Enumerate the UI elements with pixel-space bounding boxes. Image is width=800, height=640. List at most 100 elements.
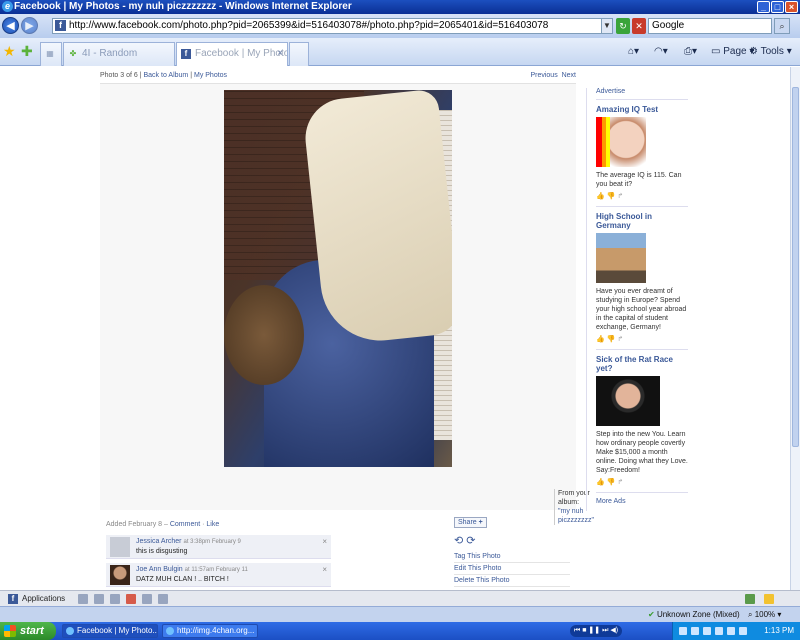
address-dropdown-icon[interactable]: ▼ <box>601 18 613 34</box>
avatar[interactable] <box>110 537 130 557</box>
comment-text: this is disgusting <box>136 548 188 555</box>
advertise-link[interactable]: Advertise <box>596 88 688 95</box>
chat-icon[interactable] <box>745 594 755 604</box>
ad-like-icons[interactable]: 👍 👎 ↱ <box>596 478 688 486</box>
refresh-icon[interactable]: ↻ <box>616 18 630 34</box>
ad-rat-race[interactable]: Sick of the Rat Race yet? Step into the … <box>596 349 688 492</box>
ie-icon <box>66 627 74 635</box>
minimize-icon[interactable]: _ <box>757 1 770 13</box>
add-favorites-icon[interactable]: ✚ <box>21 43 33 60</box>
page-menu[interactable]: ▭ Page ▾ <box>711 46 754 57</box>
search-input[interactable]: Google <box>648 18 772 34</box>
ad-title[interactable]: High School in Germany <box>596 212 688 230</box>
vertical-scrollbar[interactable] <box>790 67 800 590</box>
tab-facebook[interactable]: f Facebook | My Photo... × <box>176 42 288 66</box>
volume-icon[interactable] <box>739 627 747 635</box>
more-ads-link[interactable]: More Ads <box>596 498 626 505</box>
photo-actions: Share + ⟲ ⟳ Tag This Photo Edit This Pho… <box>454 517 570 587</box>
photo-counter: Photo 3 of 6 <box>100 72 138 79</box>
quick-tabs-button[interactable]: ▦ <box>40 42 62 66</box>
ie-icon: e <box>2 1 13 12</box>
share-button[interactable]: Share + <box>454 517 487 528</box>
tray-icon[interactable] <box>691 627 699 635</box>
rotate-icons[interactable]: ⟲ ⟳ <box>454 534 570 547</box>
ad-image[interactable] <box>596 233 646 283</box>
app-icon[interactable] <box>78 594 88 604</box>
home-icon[interactable]: ⌂▾ <box>628 46 639 57</box>
favorites-star-icon[interactable]: ★ <box>3 43 16 60</box>
ads-sidebar: Advertise Amazing IQ Test The average IQ… <box>586 88 688 511</box>
tab-label: Facebook | My Photo... <box>195 48 288 59</box>
search-placeholder: Google <box>652 20 685 31</box>
close-icon[interactable]: × <box>785 1 798 13</box>
main-photo[interactable] <box>224 90 452 467</box>
facebook-favicon-icon: f <box>55 20 66 31</box>
delete-comment-icon[interactable]: × <box>322 537 327 546</box>
my-photos-link[interactable]: My Photos <box>194 72 227 79</box>
notes-icon[interactable] <box>142 594 152 604</box>
clock[interactable]: 1:13 PM <box>764 622 794 640</box>
ad-like-icons[interactable]: 👍 👎 ↱ <box>596 192 688 200</box>
comment-time: at 3:38pm February 9 <box>183 539 241 545</box>
ad-image[interactable] <box>596 376 660 426</box>
comment-author[interactable]: Joe Ann Bulgin <box>136 566 183 573</box>
media-controls[interactable]: ⏮ ■ ❚❚ ⏭ ◀) <box>570 625 623 637</box>
ad-like-icons[interactable]: 👍 👎 ↱ <box>596 335 688 343</box>
facebook-app-bar: f Applications <box>0 590 800 606</box>
feeds-icon[interactable]: ◠▾ <box>654 46 668 57</box>
tag-photo-link[interactable]: Tag This Photo <box>454 551 570 563</box>
new-tab-button[interactable] <box>289 42 309 66</box>
back-arrow-icon[interactable]: ◀ <box>2 17 19 34</box>
zoom-level[interactable]: ⌕ 100% ▾ <box>748 607 781 622</box>
comment-link[interactable]: Comment <box>170 521 200 528</box>
page-viewport: Photo 3 of 6 | Back to Album | My Photos… <box>0 67 790 590</box>
added-meta: Added February 8 – Comment · Like <box>106 521 220 528</box>
taskbar-item-facebook[interactable]: Facebook | My Photo... <box>62 624 158 638</box>
tab-row: ★ ✚ ▦ ✤ 4Ⅰ - Random f Facebook | My Phot… <box>0 38 800 66</box>
maximize-icon[interactable]: □ <box>771 1 784 13</box>
next-link[interactable]: Next <box>562 72 576 79</box>
app-icon[interactable] <box>94 594 104 604</box>
tray-icon[interactable] <box>727 627 735 635</box>
comment-author[interactable]: Jessica Archer <box>136 538 182 545</box>
comment-item: Joe Ann Bulgin at 11:57am February 11 DA… <box>106 563 331 587</box>
facebook-icon: f <box>8 594 18 604</box>
tray-icon[interactable] <box>679 627 687 635</box>
ad-title[interactable]: Amazing IQ Test <box>596 105 688 114</box>
like-link[interactable]: Like <box>206 521 219 528</box>
calendar-icon[interactable] <box>126 594 136 604</box>
address-bar[interactable]: f http://www.facebook.com/photo.php?pid=… <box>52 18 612 34</box>
previous-link[interactable]: Previous <box>530 72 557 79</box>
forward-arrow-icon[interactable]: ▶ <box>21 17 38 34</box>
window-title-bar: e Facebook | My Photos - my nuh piczzzzz… <box>0 0 800 14</box>
scrollbar-thumb[interactable] <box>792 87 799 447</box>
tray-icon[interactable] <box>715 627 723 635</box>
delete-photo-link[interactable]: Delete This Photo <box>454 575 570 587</box>
ad-image[interactable] <box>596 117 646 167</box>
applications-button[interactable]: f Applications <box>8 591 65 606</box>
taskbar-item-4chan[interactable]: http://img.4chan.org... <box>162 624 258 638</box>
ad-text: Step into the new You. Learn how ordinar… <box>596 431 688 474</box>
stop-icon[interactable]: ✕ <box>632 18 646 34</box>
search-icon[interactable]: ⌕ <box>774 18 790 34</box>
edit-photo-link[interactable]: Edit This Photo <box>454 563 570 575</box>
friends-icon[interactable] <box>110 594 120 604</box>
app-icon[interactable] <box>158 594 168 604</box>
print-icon[interactable]: ⎙▾ <box>684 46 697 57</box>
checkmark-icon: ✔ <box>648 610 655 619</box>
security-zone[interactable]: ✔ Unknown Zone (Mixed) <box>648 607 740 622</box>
ad-high-school-germany[interactable]: High School in Germany Have you ever dre… <box>596 206 688 349</box>
windows-logo-icon <box>4 625 16 637</box>
photo-area: From your album: "my nuh piczzzzzzz" <box>100 83 594 525</box>
tray-icon[interactable] <box>703 627 711 635</box>
tab-random[interactable]: ✤ 4Ⅰ - Random <box>63 42 175 66</box>
back-to-album-link[interactable]: Back to Album <box>144 72 189 79</box>
ad-title[interactable]: Sick of the Rat Race yet? <box>596 355 688 373</box>
avatar[interactable] <box>110 565 130 585</box>
start-button[interactable]: start <box>0 622 56 640</box>
notifications-icon[interactable] <box>764 594 774 604</box>
tab-close-icon[interactable]: × <box>277 43 283 65</box>
ad-iq-test[interactable]: Amazing IQ Test The average IQ is 115. C… <box>596 99 688 206</box>
tools-menu[interactable]: ⚙ Tools ▾ <box>749 46 792 57</box>
delete-comment-icon[interactable]: × <box>322 565 327 574</box>
